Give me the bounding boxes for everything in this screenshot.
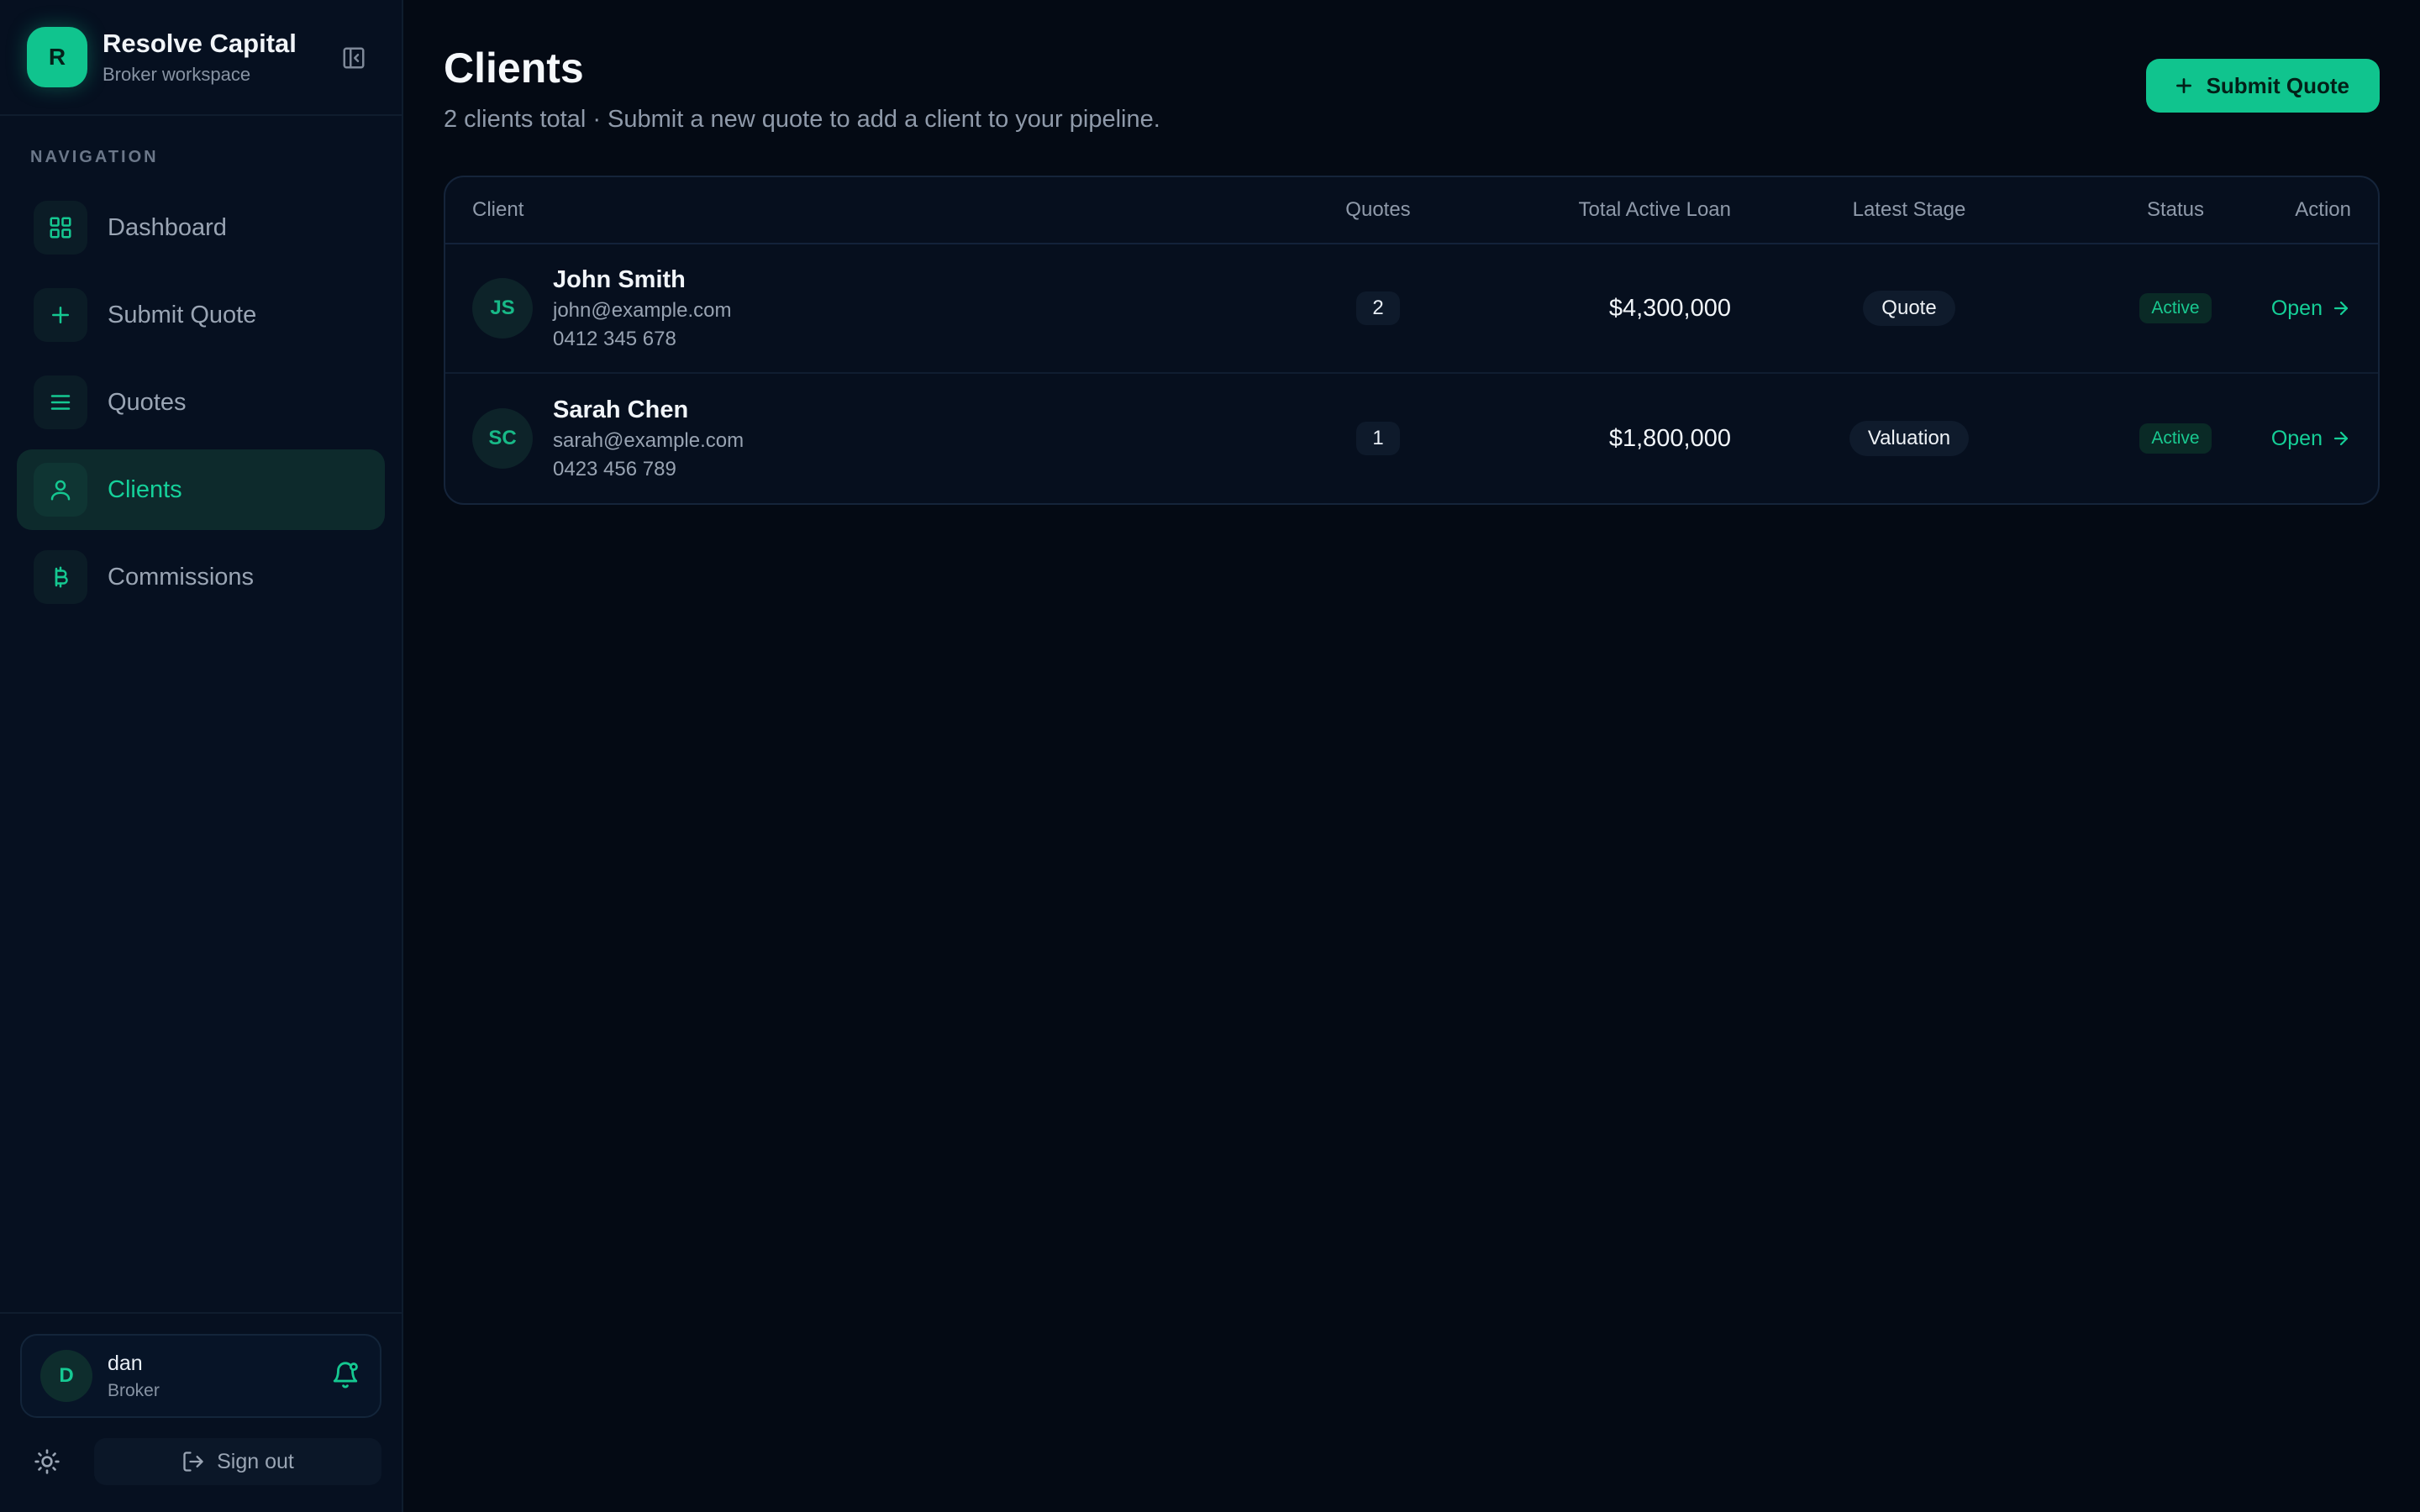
arrow-right-icon bbox=[2333, 431, 2349, 446]
column-header-quotes: Quotes bbox=[1345, 198, 1411, 221]
user-icon bbox=[34, 463, 87, 517]
status-badge: Active bbox=[2139, 293, 2212, 323]
currency-icon bbox=[34, 550, 87, 604]
plus-icon bbox=[34, 288, 87, 342]
column-header-stage: Latest Stage bbox=[1852, 198, 1966, 221]
client-name: Sarah Chen bbox=[553, 396, 689, 423]
client-name: John Smith bbox=[553, 265, 686, 293]
brand-logo: R bbox=[27, 27, 87, 87]
open-client-link[interactable]: Open bbox=[2271, 427, 2351, 451]
loan-cell: $4,300,000 bbox=[1487, 295, 1731, 323]
collapse-sidebar-button[interactable] bbox=[339, 44, 368, 72]
column-header-action: Action bbox=[2295, 198, 2351, 221]
avatar: D bbox=[40, 1350, 92, 1402]
sidebar-footer: D dan Broker Sign out bbox=[0, 1312, 402, 1512]
action-cell: Open bbox=[2264, 427, 2378, 451]
table-header: Client Quotes Total Active Loan Latest S… bbox=[445, 177, 2378, 244]
brand-header: R Resolve Capital Broker workspace bbox=[0, 0, 402, 116]
plus-icon bbox=[2175, 78, 2191, 93]
sidebar-item-label: Quotes bbox=[108, 388, 187, 416]
client-info: John Smith john@example.com 0412 345 678 bbox=[553, 266, 731, 351]
avatar: JS bbox=[472, 278, 533, 339]
list-icon bbox=[34, 375, 87, 429]
theme-toggle-button[interactable] bbox=[20, 1438, 74, 1485]
submit-quote-button[interactable]: Submit Quote bbox=[2145, 59, 2380, 113]
user-name: dan bbox=[108, 1351, 143, 1375]
action-cell: Open bbox=[2264, 297, 2378, 321]
bell-icon bbox=[333, 1362, 358, 1389]
submit-quote-label: Submit Quote bbox=[2206, 72, 2349, 98]
sidebar-item-label: Submit Quote bbox=[108, 301, 257, 328]
user-text: dan Broker bbox=[108, 1352, 160, 1401]
quotes-cell: 1 bbox=[1269, 422, 1487, 455]
column-header-loan: Total Active Loan bbox=[1578, 198, 1731, 221]
client-phone: 0412 345 678 bbox=[553, 327, 676, 350]
stage-cell: Valuation bbox=[1731, 421, 2087, 456]
stage-cell: Quote bbox=[1731, 291, 2087, 326]
sidebar-nav: Dashboard Submit Quote Quotes Clients Co… bbox=[0, 187, 402, 624]
brand-text: Resolve Capital Broker workspace bbox=[103, 29, 297, 86]
sidebar-collapse-icon bbox=[343, 47, 365, 69]
sidebar-bottom-row: Sign out bbox=[20, 1438, 381, 1485]
nav-heading: NAVIGATION bbox=[30, 148, 159, 166]
open-client-link[interactable]: Open bbox=[2271, 297, 2351, 321]
page-subtitle: 2 clients total · Submit a new quote to … bbox=[444, 106, 1160, 133]
client-email: sarah@example.com bbox=[553, 428, 744, 452]
client-phone: 0423 456 789 bbox=[553, 457, 676, 480]
stage-badge: Quote bbox=[1863, 291, 1955, 326]
grid-icon bbox=[34, 201, 87, 255]
status-cell: Active bbox=[2087, 293, 2264, 323]
app-root: R Resolve Capital Broker workspace NAVIG… bbox=[0, 0, 2420, 1512]
log-out-icon bbox=[183, 1452, 203, 1472]
status-cell: Active bbox=[2087, 423, 2264, 454]
sign-out-label: Sign out bbox=[217, 1449, 294, 1473]
column-header-status: Status bbox=[2146, 198, 2205, 221]
clients-table: Client Quotes Total Active Loan Latest S… bbox=[444, 176, 2380, 505]
notifications-button[interactable] bbox=[331, 1361, 361, 1391]
page-title: Clients bbox=[444, 45, 584, 92]
sun-icon bbox=[34, 1449, 60, 1474]
sign-out-button[interactable]: Sign out bbox=[94, 1438, 381, 1485]
client-info: Sarah Chen sarah@example.com 0423 456 78… bbox=[553, 396, 744, 481]
quotes-count: 2 bbox=[1356, 291, 1400, 325]
sidebar: R Resolve Capital Broker workspace NAVIG… bbox=[0, 0, 403, 1512]
stage-badge: Valuation bbox=[1849, 421, 1970, 456]
sidebar-item-label: Dashboard bbox=[108, 213, 227, 241]
column-header-client: Client bbox=[472, 198, 524, 221]
arrow-right-icon bbox=[2333, 301, 2349, 316]
table-row[interactable]: SC Sarah Chen sarah@example.com 0423 456… bbox=[445, 374, 2378, 503]
user-card[interactable]: D dan Broker bbox=[20, 1334, 381, 1418]
sidebar-item-dashboard[interactable]: Dashboard bbox=[17, 187, 385, 268]
total-active-loan: $4,300,000 bbox=[1608, 294, 1731, 322]
sidebar-item-label: Clients bbox=[108, 475, 182, 503]
brand-name: Resolve Capital bbox=[103, 29, 297, 58]
client-cell: JS John Smith john@example.com 0412 345 … bbox=[445, 266, 1269, 351]
loan-cell: $1,800,000 bbox=[1487, 425, 1731, 453]
user-role: Broker bbox=[108, 1380, 160, 1400]
sidebar-item-quotes[interactable]: Quotes bbox=[17, 362, 385, 443]
main-content: Clients 2 clients total · Submit a new q… bbox=[403, 0, 2420, 1512]
sidebar-item-commissions[interactable]: Commissions bbox=[17, 537, 385, 617]
sidebar-item-submit-quote[interactable]: Submit Quote bbox=[17, 275, 385, 355]
client-cell: SC Sarah Chen sarah@example.com 0423 456… bbox=[445, 396, 1269, 481]
quotes-count: 1 bbox=[1356, 422, 1400, 455]
brand-subtitle: Broker workspace bbox=[103, 64, 251, 85]
quotes-cell: 2 bbox=[1269, 291, 1487, 325]
table-row[interactable]: JS John Smith john@example.com 0412 345 … bbox=[445, 244, 2378, 374]
open-label: Open bbox=[2270, 426, 2323, 450]
total-active-loan: $1,800,000 bbox=[1608, 424, 1731, 452]
open-label: Open bbox=[2270, 296, 2323, 320]
status-badge: Active bbox=[2139, 423, 2212, 454]
sidebar-item-clients[interactable]: Clients bbox=[17, 449, 385, 530]
avatar: SC bbox=[472, 408, 533, 469]
sidebar-item-label: Commissions bbox=[108, 563, 255, 591]
client-email: john@example.com bbox=[553, 298, 732, 322]
